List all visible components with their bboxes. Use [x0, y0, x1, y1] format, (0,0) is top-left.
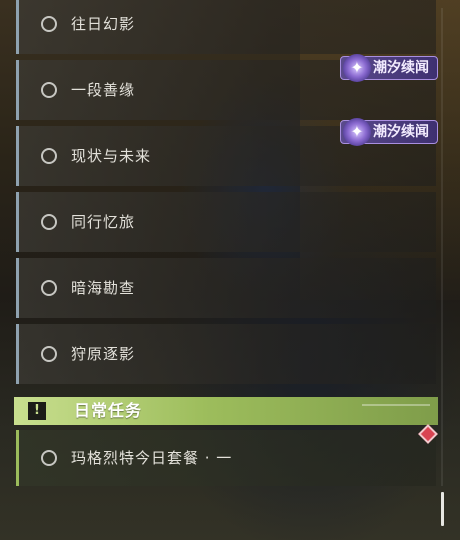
quest-status-circle-icon	[41, 346, 57, 362]
tag-label: 潮汐续闻	[373, 60, 429, 76]
quest-label: 现状与未来	[71, 147, 152, 165]
quest-row-4[interactable]: 同行忆旅	[16, 192, 436, 252]
quest-list: 往日幻影 一段善缘 现状与未来 同行忆旅 暗海勘查 狩原逐影 ✦ 潮汐续闻 ✦ …	[0, 0, 460, 540]
quest-status-circle-icon	[41, 16, 57, 32]
tidal-tag-1: ✦ 潮汐续闻	[340, 54, 438, 82]
quest-row-1[interactable]: 往日幻影	[16, 0, 436, 54]
daily-section-header[interactable]: ! 日常任务	[14, 397, 438, 425]
quest-row-5[interactable]: 暗海勘查	[16, 258, 436, 318]
quest-label: 同行忆旅	[71, 213, 136, 231]
quest-status-circle-icon	[41, 148, 57, 164]
header-decoration	[362, 404, 430, 406]
tidal-star-icon: ✦	[343, 54, 371, 82]
quest-status-circle-icon	[41, 82, 57, 98]
scrollbar-track[interactable]	[441, 8, 443, 486]
tag-label: 潮汐续闻	[373, 124, 429, 140]
quest-label: 狩原逐影	[71, 345, 136, 363]
quest-label: 一段善缘	[71, 81, 136, 99]
quest-label: 暗海勘查	[71, 279, 136, 297]
daily-section-title: 日常任务	[74, 401, 143, 420]
daily-quest-row-1[interactable]: 玛格烈特今日套餐 · 一	[16, 430, 436, 486]
quest-status-circle-icon	[41, 450, 57, 466]
tidal-tag-2: ✦ 潮汐续闻	[340, 118, 438, 146]
quest-status-circle-icon	[41, 214, 57, 230]
quest-row-6[interactable]: 狩原逐影	[16, 324, 436, 384]
warning-icon: !	[28, 402, 46, 420]
tidal-star-icon: ✦	[343, 118, 371, 146]
quest-label: 往日幻影	[71, 15, 136, 33]
daily-quest-label: 玛格烈特今日套餐 · 一	[71, 449, 233, 467]
quest-status-circle-icon	[41, 280, 57, 296]
scrollbar-thumb[interactable]	[441, 492, 444, 526]
